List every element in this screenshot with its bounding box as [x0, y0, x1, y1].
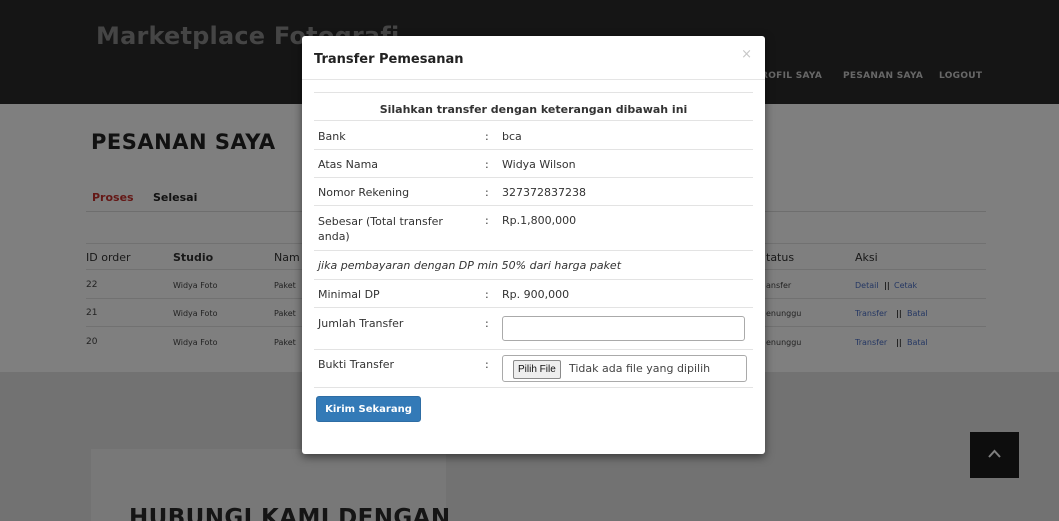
modal-title: Transfer Pemesanan	[314, 52, 464, 67]
bank-label: Bank	[318, 130, 346, 143]
row-divider	[314, 120, 753, 121]
jumlah-transfer-input[interactable]	[502, 316, 745, 341]
file-status: Tidak ada file yang dipilih	[569, 362, 711, 375]
colon: :	[485, 358, 489, 371]
row-divider	[314, 177, 753, 178]
dp-note: jika pembayaran dengan DP min 50% dari h…	[318, 259, 622, 272]
colon: :	[485, 130, 489, 143]
transfer-instruction: Silahkan transfer dengan keterangan diba…	[379, 103, 688, 116]
row-divider	[314, 205, 753, 206]
colon: :	[485, 317, 489, 330]
row-divider	[314, 349, 753, 350]
row-divider	[314, 92, 753, 93]
colon: :	[485, 186, 489, 199]
nomor-rekening-label: Nomor Rekening	[318, 186, 410, 199]
bank-value: bca	[502, 130, 522, 143]
atas-nama-value: Widya Wilson	[502, 158, 576, 171]
colon: :	[485, 288, 489, 301]
total-transfer-value: Rp.1,800,000	[502, 214, 577, 227]
bukti-transfer-label: Bukti Transfer	[318, 358, 394, 371]
nomor-rekening-value: 327372837238	[502, 186, 586, 199]
close-icon[interactable]: ×	[741, 47, 752, 62]
row-divider	[314, 307, 753, 308]
total-transfer-label: Sebesar (Total transfer anda)	[318, 215, 443, 243]
atas-nama-label: Atas Nama	[318, 158, 379, 171]
page: Marketplace Fotografi ROFIL SAYA PESANAN…	[0, 0, 1059, 521]
choose-file-button[interactable]: Pilih File	[513, 360, 561, 379]
jumlah-transfer-label: Jumlah Transfer	[318, 317, 404, 330]
modal-header-divider	[302, 79, 765, 80]
row-divider	[314, 279, 753, 280]
kirim-sekarang-button[interactable]: Kirim Sekarang	[316, 396, 421, 422]
row-divider	[314, 387, 753, 388]
colon: :	[485, 158, 489, 171]
row-divider	[314, 250, 753, 251]
row-divider	[314, 149, 753, 150]
minimal-dp-label: Minimal DP	[318, 288, 380, 301]
minimal-dp-value: Rp. 900,000	[502, 288, 570, 301]
colon: :	[485, 214, 489, 227]
bukti-transfer-file-input[interactable]: Pilih File Tidak ada file yang dipilih	[502, 355, 747, 382]
transfer-modal: Transfer Pemesanan × Silahkan transfer d…	[302, 36, 765, 454]
